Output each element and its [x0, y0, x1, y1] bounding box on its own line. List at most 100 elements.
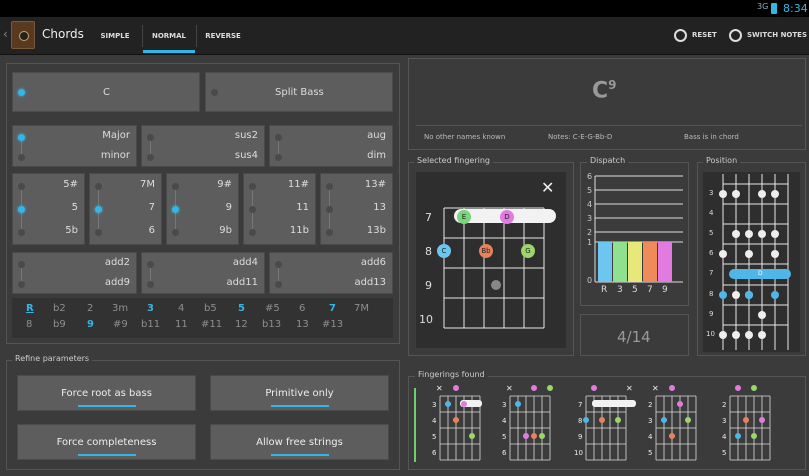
radio-indicator	[147, 261, 154, 268]
quality-group-sus[interactable]: sus2 sus4	[141, 125, 265, 167]
ext-group-13[interactable]: 13# 13 13b	[320, 173, 393, 245]
interval-item[interactable]: #13	[322, 319, 343, 330]
dispatch-chart: 6 5 4 3 2 1 0 R 3 5 7 9	[583, 172, 686, 302]
radio-indicator	[326, 206, 333, 213]
force-completeness-label: Force completeness	[56, 436, 157, 448]
radio-indicator	[18, 229, 25, 236]
add-group-4-11[interactable]: add4 add11	[141, 252, 265, 294]
radio-indicator	[249, 229, 256, 236]
radio-indicator	[211, 89, 218, 96]
radio-indicator	[275, 261, 282, 268]
dispatch-bar	[658, 242, 672, 282]
ext-group-7[interactable]: 7M 7 6	[89, 173, 162, 245]
primitive-only-toggle[interactable]: Primitive only	[210, 375, 389, 411]
neck-view[interactable]: 3 4 5 6 7 8 9 10 D	[703, 172, 800, 352]
neck-fret-number: 5	[709, 229, 714, 237]
interval-item[interactable]: 5	[238, 303, 245, 314]
back-icon[interactable]: ‹	[3, 27, 8, 41]
interval-item[interactable]: 3m	[112, 303, 128, 314]
reset-button[interactable]: RESET	[674, 26, 717, 44]
fretboard[interactable]	[416, 172, 566, 348]
fret-number: 7	[425, 211, 432, 224]
switch-notes-button[interactable]: SWITCH NOTES	[729, 26, 807, 44]
svg-text:3: 3	[648, 417, 652, 425]
toggle-indicator	[77, 405, 136, 407]
tab-reverse[interactable]: REVERSE	[198, 17, 248, 54]
finger-note[interactable]: Bb	[479, 244, 493, 258]
position-title: Position	[703, 156, 741, 165]
interval-item[interactable]: 11	[175, 319, 188, 330]
svg-text:7: 7	[578, 401, 582, 409]
interval-item[interactable]: 7	[329, 303, 336, 314]
svg-text:3: 3	[432, 401, 436, 409]
radio-indicator	[18, 261, 25, 268]
interval-item[interactable]: 12	[235, 319, 248, 330]
interval-item[interactable]: b9	[53, 319, 66, 330]
force-root-bass-toggle[interactable]: Force root as bass	[17, 375, 196, 411]
svg-text:10: 10	[574, 449, 583, 457]
finger-note[interactable]: G	[521, 244, 535, 258]
interval-item[interactable]: b5	[204, 303, 217, 314]
ext-13-sharp: 13#	[364, 179, 386, 190]
add-group-2-9[interactable]: add2 add9	[12, 252, 137, 294]
svg-text:4: 4	[502, 417, 507, 425]
interval-item[interactable]: #11	[201, 319, 222, 330]
interval-item[interactable]: b11	[141, 319, 160, 330]
ext-group-5[interactable]: 5# 5 5b	[12, 173, 85, 245]
interval-item[interactable]: 8	[26, 319, 32, 330]
toggle-indicator	[270, 405, 329, 407]
other-names: No other names known	[424, 133, 506, 141]
radio-indicator	[172, 229, 179, 236]
svg-text:✕: ✕	[506, 384, 513, 393]
x-tick: 5	[632, 285, 638, 295]
root-button[interactable]: C	[12, 72, 200, 112]
interval-item[interactable]: 4	[178, 303, 184, 314]
tab-normal[interactable]: NORMAL	[143, 17, 195, 54]
interval-item[interactable]: 2	[87, 303, 93, 314]
ext-group-9[interactable]: 9# 9 9b	[166, 173, 239, 245]
selected-fingering-title: Selected fingering	[414, 156, 493, 165]
svg-text:✕: ✕	[626, 384, 633, 393]
interval-item[interactable]: b13	[262, 319, 281, 330]
svg-text:9: 9	[578, 433, 582, 441]
quality-group-major-minor[interactable]: Major minor	[12, 125, 137, 167]
interval-item[interactable]: R	[26, 303, 34, 314]
finger-note[interactable]: E	[457, 210, 471, 224]
switch-notes-icon	[729, 28, 742, 42]
neck-fret-number: 9	[709, 310, 714, 318]
ext-13-flat: 13b	[366, 225, 386, 236]
interval-item[interactable]: 9	[87, 319, 94, 330]
interval-item[interactable]: 3	[147, 303, 154, 314]
interval-item[interactable]: #5	[265, 303, 280, 314]
quality-group-aug-dim[interactable]: aug dim	[269, 125, 393, 167]
chord-superscript: 9	[608, 78, 617, 92]
battery-icon	[771, 3, 777, 14]
interval-item[interactable]: #9	[113, 319, 128, 330]
dispatch-bar	[613, 242, 627, 282]
split-bass-button[interactable]: Split Bass	[205, 72, 393, 112]
radio-indicator	[275, 134, 282, 141]
ext-11-flat: 11b	[289, 225, 309, 236]
interval-item[interactable]: b2	[53, 303, 66, 314]
interval-item[interactable]: 6	[299, 303, 305, 314]
ext-5-flat: 5b	[65, 225, 78, 236]
interval-item[interactable]: 7M	[354, 303, 369, 314]
interval-item[interactable]: 13	[296, 319, 309, 330]
ext-group-11[interactable]: 11# 11 11b	[243, 173, 316, 245]
add-group-6-13[interactable]: add6 add13	[269, 252, 393, 294]
force-completeness-toggle[interactable]: Force completeness	[17, 424, 196, 460]
allow-free-strings-toggle[interactable]: Allow free strings	[210, 424, 389, 460]
neck-fret-number: 4	[709, 209, 714, 217]
fretboard-grid	[443, 207, 556, 329]
finger-note[interactable]: D	[500, 210, 514, 224]
quality-major: Major	[102, 130, 130, 141]
split-bass-label: Split Bass	[275, 87, 324, 98]
quality-aug: aug	[367, 130, 386, 141]
ext-11-sharp: 11#	[287, 179, 309, 190]
close-icon[interactable]: ✕	[541, 178, 554, 197]
fingering-thumbnails[interactable]: 3 4 5 6 3 4 5 6 7 8 9 10 2 3 4 5 2 3 4 5 ✕ ✕ ✕ ✕	[412, 384, 802, 466]
finger-note[interactable]: C	[437, 244, 451, 258]
app-logo-icon[interactable]	[11, 21, 35, 49]
toggle-indicator	[270, 454, 329, 456]
tab-simple[interactable]: SIMPLE	[90, 17, 140, 54]
